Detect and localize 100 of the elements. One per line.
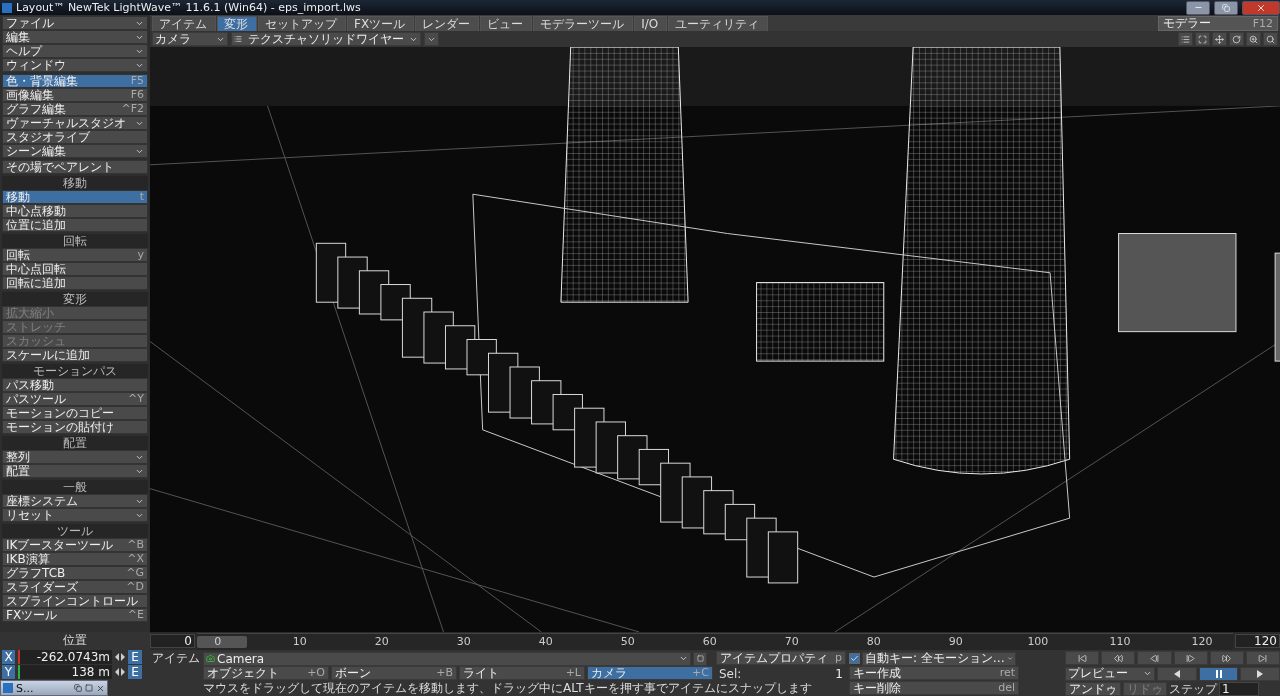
transport-button[interactable] [1101,651,1136,665]
transport-button[interactable] [1209,651,1244,665]
sidebar-item[interactable]: 回転に追加 [2,276,148,290]
delete-key-button[interactable]: キー削除 del [849,681,1019,695]
item-properties-button[interactable]: アイテムプロパティ p [716,651,846,665]
tab[interactable]: 変形 [217,16,257,31]
sidebar-item[interactable]: 回転 y [2,248,148,262]
shortcut-label: ^G [126,567,144,579]
minimize-button[interactable] [1186,0,1210,15]
shortcut-label: F12 [1252,17,1273,30]
sidebar-item[interactable]: ウィンドウ [2,58,148,72]
playback-button[interactable] [1157,666,1197,681]
current-frame-field[interactable]: 0 [150,634,195,648]
restore-icon [1222,3,1230,12]
maximize-view-button[interactable] [1195,32,1210,46]
tab[interactable]: モデラーツール [533,16,634,31]
sidebar-item[interactable]: ヘルプ [2,44,148,58]
maximize-button[interactable] [1214,0,1238,15]
sidebar-item[interactable]: 整列 [2,450,148,464]
sidebar-item[interactable]: パスツール ^Y [2,392,148,406]
sidebar-item[interactable]: 座標システム [2,494,148,508]
auto-key-checkbox[interactable] [849,653,860,664]
sidebar-item[interactable]: ファイル [2,16,148,30]
item-type-button[interactable]: ボーン +B [331,666,457,680]
item-type-button[interactable]: ライト +L [459,666,585,680]
close-icon [1256,2,1266,13]
step-field[interactable]: 1 [1219,681,1259,696]
transport-button[interactable] [1137,651,1172,665]
move-view-button[interactable] [1212,32,1227,46]
sidebar-item[interactable]: FXツール ^E [2,608,148,622]
end-frame-field[interactable]: 120 [1235,634,1280,648]
playback-button[interactable] [1240,666,1280,681]
playback-button[interactable] [1198,666,1239,681]
sidebar-item[interactable]: モーションのコピー [2,406,148,420]
transport-button[interactable] [1065,651,1100,665]
sidebar-item[interactable]: IKB演算 ^X [2,552,148,566]
undo-button[interactable]: アンドゥ [1065,681,1121,696]
render-mode-dropdown[interactable]: テクスチャソリッドワイヤー [231,32,421,46]
sidebar-item[interactable]: リセット [2,508,148,522]
sidebar-item[interactable]: 中心点回転 [2,262,148,276]
sidebar-item[interactable]: 配置 [2,464,148,478]
tab[interactable]: ビュー [480,16,533,31]
tab[interactable]: FXツール [347,16,415,31]
rotate-view-button[interactable] [1229,32,1244,46]
envelope-button[interactable]: E [128,650,142,664]
preview-dropdown[interactable]: プレビュー [1065,666,1155,681]
item-options-button[interactable] [693,651,707,666]
zoom-button[interactable] [1246,32,1261,46]
item-type-button[interactable]: カメラ +C [587,666,713,680]
sidebar-item[interactable]: 移動 t [2,190,148,204]
search-button[interactable] [1263,32,1278,46]
timeline-slider-handle[interactable] [197,635,247,648]
modeler-button[interactable]: モデラー F12 [1158,16,1278,31]
sidebar-item[interactable]: ヴァーチャルスタジオ [2,116,148,130]
close-icon [96,683,105,693]
axis-value-field[interactable]: 138 m [18,665,112,679]
sidebar-item[interactable]: その場でペアレント [2,160,148,174]
sidebar-item[interactable]: 中心点移動 [2,204,148,218]
sidebar-item[interactable]: 編集 [2,30,148,44]
sidebar-item[interactable]: 色・背景編集 F5 [2,74,148,88]
sidebar-item[interactable]: IKブースターツール ^B [2,538,148,552]
sidebar-item[interactable]: スケールに追加 [2,348,148,362]
section-title: モーションパス [2,364,148,378]
tab[interactable]: アイテム [152,16,216,31]
item-dropdown[interactable]: Camera [203,651,691,666]
tab[interactable]: ユーティリティ [668,16,769,31]
auto-key-dropdown[interactable]: 自動キー: 全モーション… [862,651,1016,666]
sidebar-item[interactable]: スライダーズ ^D [2,580,148,594]
create-key-button[interactable]: キー作成 ret [849,666,1019,680]
tab[interactable]: レンダー [415,16,480,31]
sidebar-item[interactable]: 画像編集 F6 [2,88,148,102]
check-icon [850,654,859,663]
item-type-button[interactable]: オブジェクト +O [203,666,329,680]
sel-count: 1 [835,666,843,681]
sidebar-item[interactable]: 位置に追加 [2,218,148,232]
axis-value-field[interactable]: -262.0743m [18,650,112,664]
transport-button[interactable] [1173,651,1208,665]
timeline-track[interactable]: 0 10 20 30 40 50 60 70 80 90 100 110 120 [197,632,1233,650]
camera-dropdown[interactable]: カメラ [152,32,228,46]
options-dropdown[interactable] [424,32,439,46]
tab[interactable]: セットアップ [258,16,346,31]
envelope-button[interactable]: E [128,665,142,679]
transport-button[interactable] [1245,651,1280,665]
tab[interactable]: I/O [634,16,668,31]
menu-button[interactable] [1178,32,1193,46]
sidebar-item[interactable]: グラフ編集 ^F2 [2,102,148,116]
sidebar-item[interactable]: パス移動 [2,378,148,392]
search-icon [1266,34,1275,44]
sidebar-item[interactable]: スプラインコントロール [2,594,148,608]
close-button[interactable] [1242,0,1280,15]
sidebar-item[interactable]: スタジオライブ [2,130,148,144]
sidebar-item[interactable]: シーン編集 [2,144,148,158]
item-label: アイテム [151,651,200,666]
sidebar-item[interactable]: グラフTCB ^G [2,566,148,580]
sidebar-item[interactable]: モーションの貼付け [2,420,148,434]
timeline-tick-label: 60 [702,634,717,648]
minimized-window[interactable]: S... [0,680,108,696]
last-frame-icon [1258,653,1268,663]
shortcut-label: ^X [127,553,144,565]
menu-icon [1181,34,1190,44]
